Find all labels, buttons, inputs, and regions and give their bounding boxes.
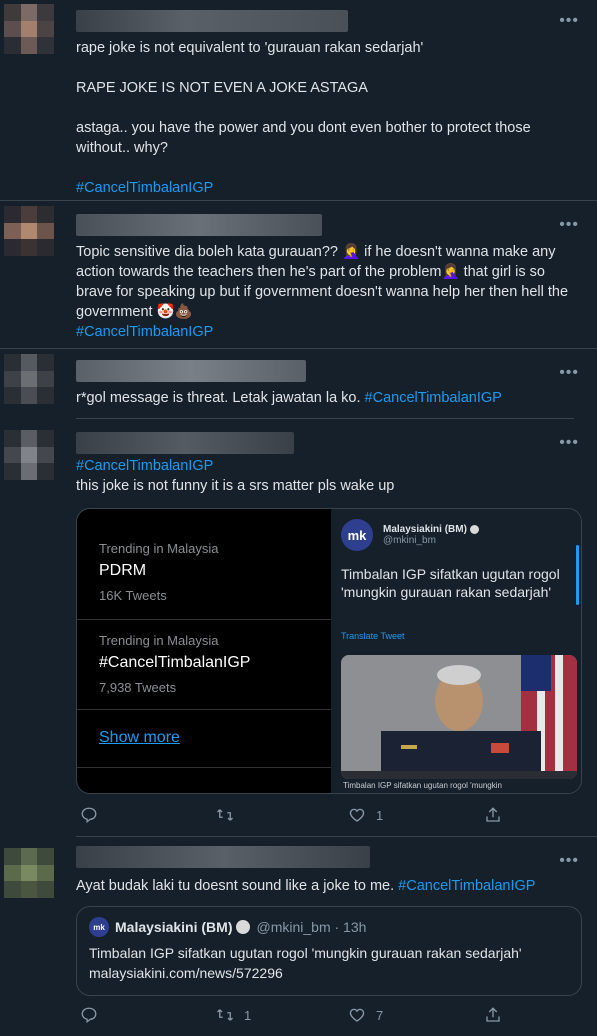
avatar[interactable]: [4, 848, 54, 898]
share-button[interactable]: [484, 1006, 512, 1024]
handle: @mkini_bm: [383, 535, 436, 546]
reply-button[interactable]: [80, 1006, 108, 1024]
news-photo: [341, 655, 577, 779]
tweet-text: Topic sensitive dia boleh kata gurauan??…: [76, 242, 577, 342]
author-name-redacted: [76, 214, 322, 236]
photo-caption: Timbalan IGP sifatkan ugutan rogol 'mung…: [343, 781, 502, 790]
tweet-actions: 1 7: [76, 1006, 526, 1030]
screenshot-card[interactable]: Trending in Malaysia PDRM 16K Tweets Tre…: [76, 508, 582, 794]
tweet-3[interactable]: ••• r*gol message is threat. Letak jawat…: [0, 348, 597, 428]
divider: [77, 619, 331, 620]
tweet-4[interactable]: ••• #CancelTimbalanIGP this joke is not …: [0, 426, 597, 836]
translate-tweet-link[interactable]: Translate Tweet: [341, 631, 405, 641]
more-icon[interactable]: •••: [559, 13, 579, 29]
like-icon: [349, 1008, 365, 1022]
tweet-2[interactable]: ••• Topic sensitive dia boleh kata gurau…: [0, 200, 597, 348]
malaysiakini-logo: mk: [341, 519, 373, 551]
hashtag-link[interactable]: #CancelTimbalanIGP: [76, 322, 577, 342]
share-button[interactable]: [484, 806, 512, 824]
divider: [77, 767, 331, 768]
account-name: Malaysiakini (BM): [383, 524, 467, 535]
tweet-text: r*gol message is threat. Letak jawatan l…: [76, 390, 502, 406]
verified-icon: [236, 920, 251, 934]
trends-panel: Trending in Malaysia PDRM 16K Tweets Tre…: [77, 509, 331, 793]
news-headline: Timbalan IGP sifatkan ugutan rogol 'mung…: [341, 566, 560, 600]
trend-item[interactable]: Trending in Malaysia PDRM 16K Tweets: [99, 541, 218, 603]
retweet-icon: [217, 1009, 233, 1021]
hashtag-link[interactable]: #CancelTimbalanIGP: [398, 878, 535, 894]
retweet-button[interactable]: [216, 806, 244, 824]
tweet-text: Ayat budak laki tu doesnt sound like a j…: [76, 878, 536, 894]
tweet-text: rape joke is not equivalent to 'gurauan …: [76, 38, 577, 198]
hashtag-link[interactable]: #CancelTimbalanIGP: [76, 178, 577, 198]
malaysiakini-logo: mk: [89, 917, 109, 937]
share-icon: [486, 1007, 500, 1022]
more-icon[interactable]: •••: [559, 365, 579, 381]
hashtag-link[interactable]: #CancelTimbalanIGP: [365, 390, 502, 406]
retweet-button[interactable]: 1: [216, 1006, 251, 1024]
retweet-icon: [217, 809, 233, 821]
divider: [76, 418, 574, 419]
more-icon[interactable]: •••: [559, 217, 579, 233]
verified-icon: [469, 524, 479, 534]
tweet-actions: 1: [76, 806, 526, 830]
share-icon: [486, 807, 500, 822]
account-name: Malaysiakini (BM): [115, 919, 233, 935]
hashtag-link[interactable]: #CancelTimbalanIGP: [76, 456, 577, 476]
like-icon: [349, 808, 365, 822]
reply-icon: [81, 807, 97, 824]
reply-button[interactable]: [80, 806, 108, 824]
tweet-1[interactable]: ••• rape joke is not equivalent to 'gura…: [0, 0, 597, 200]
more-icon[interactable]: •••: [559, 435, 579, 451]
avatar[interactable]: [4, 430, 54, 480]
tweet-text: #CancelTimbalanIGP this joke is not funn…: [76, 456, 577, 496]
author-name-redacted: [76, 360, 306, 382]
tweet-5[interactable]: ••• Ayat budak laki tu doesnt sound like…: [0, 836, 597, 1036]
more-icon[interactable]: •••: [559, 853, 579, 869]
avatar[interactable]: [4, 206, 54, 256]
show-more-link[interactable]: Show more: [99, 729, 180, 747]
author-name-redacted: [76, 432, 294, 454]
handle: @mkini_bm · 13h: [256, 919, 367, 935]
trend-item[interactable]: Trending in Malaysia #CancelTimbalanIGP …: [99, 633, 250, 695]
author-name-redacted: [76, 846, 370, 868]
scrollbar[interactable]: [576, 545, 579, 605]
author-name-redacted: [76, 10, 348, 32]
like-button[interactable]: 7: [348, 1006, 383, 1024]
quoted-tweet[interactable]: mk Malaysiakini (BM) @mkini_bm · 13h Tim…: [76, 906, 582, 996]
like-button[interactable]: 1: [348, 806, 383, 824]
avatar[interactable]: [4, 354, 54, 404]
news-tweet-panel: mk Malaysiakini (BM) @mkini_bm Timbalan …: [331, 509, 581, 793]
quoted-text: Timbalan IGP sifatkan ugutan rogol 'mung…: [89, 945, 522, 981]
divider: [77, 709, 331, 710]
avatar[interactable]: [4, 4, 54, 54]
reply-icon: [81, 1007, 97, 1024]
